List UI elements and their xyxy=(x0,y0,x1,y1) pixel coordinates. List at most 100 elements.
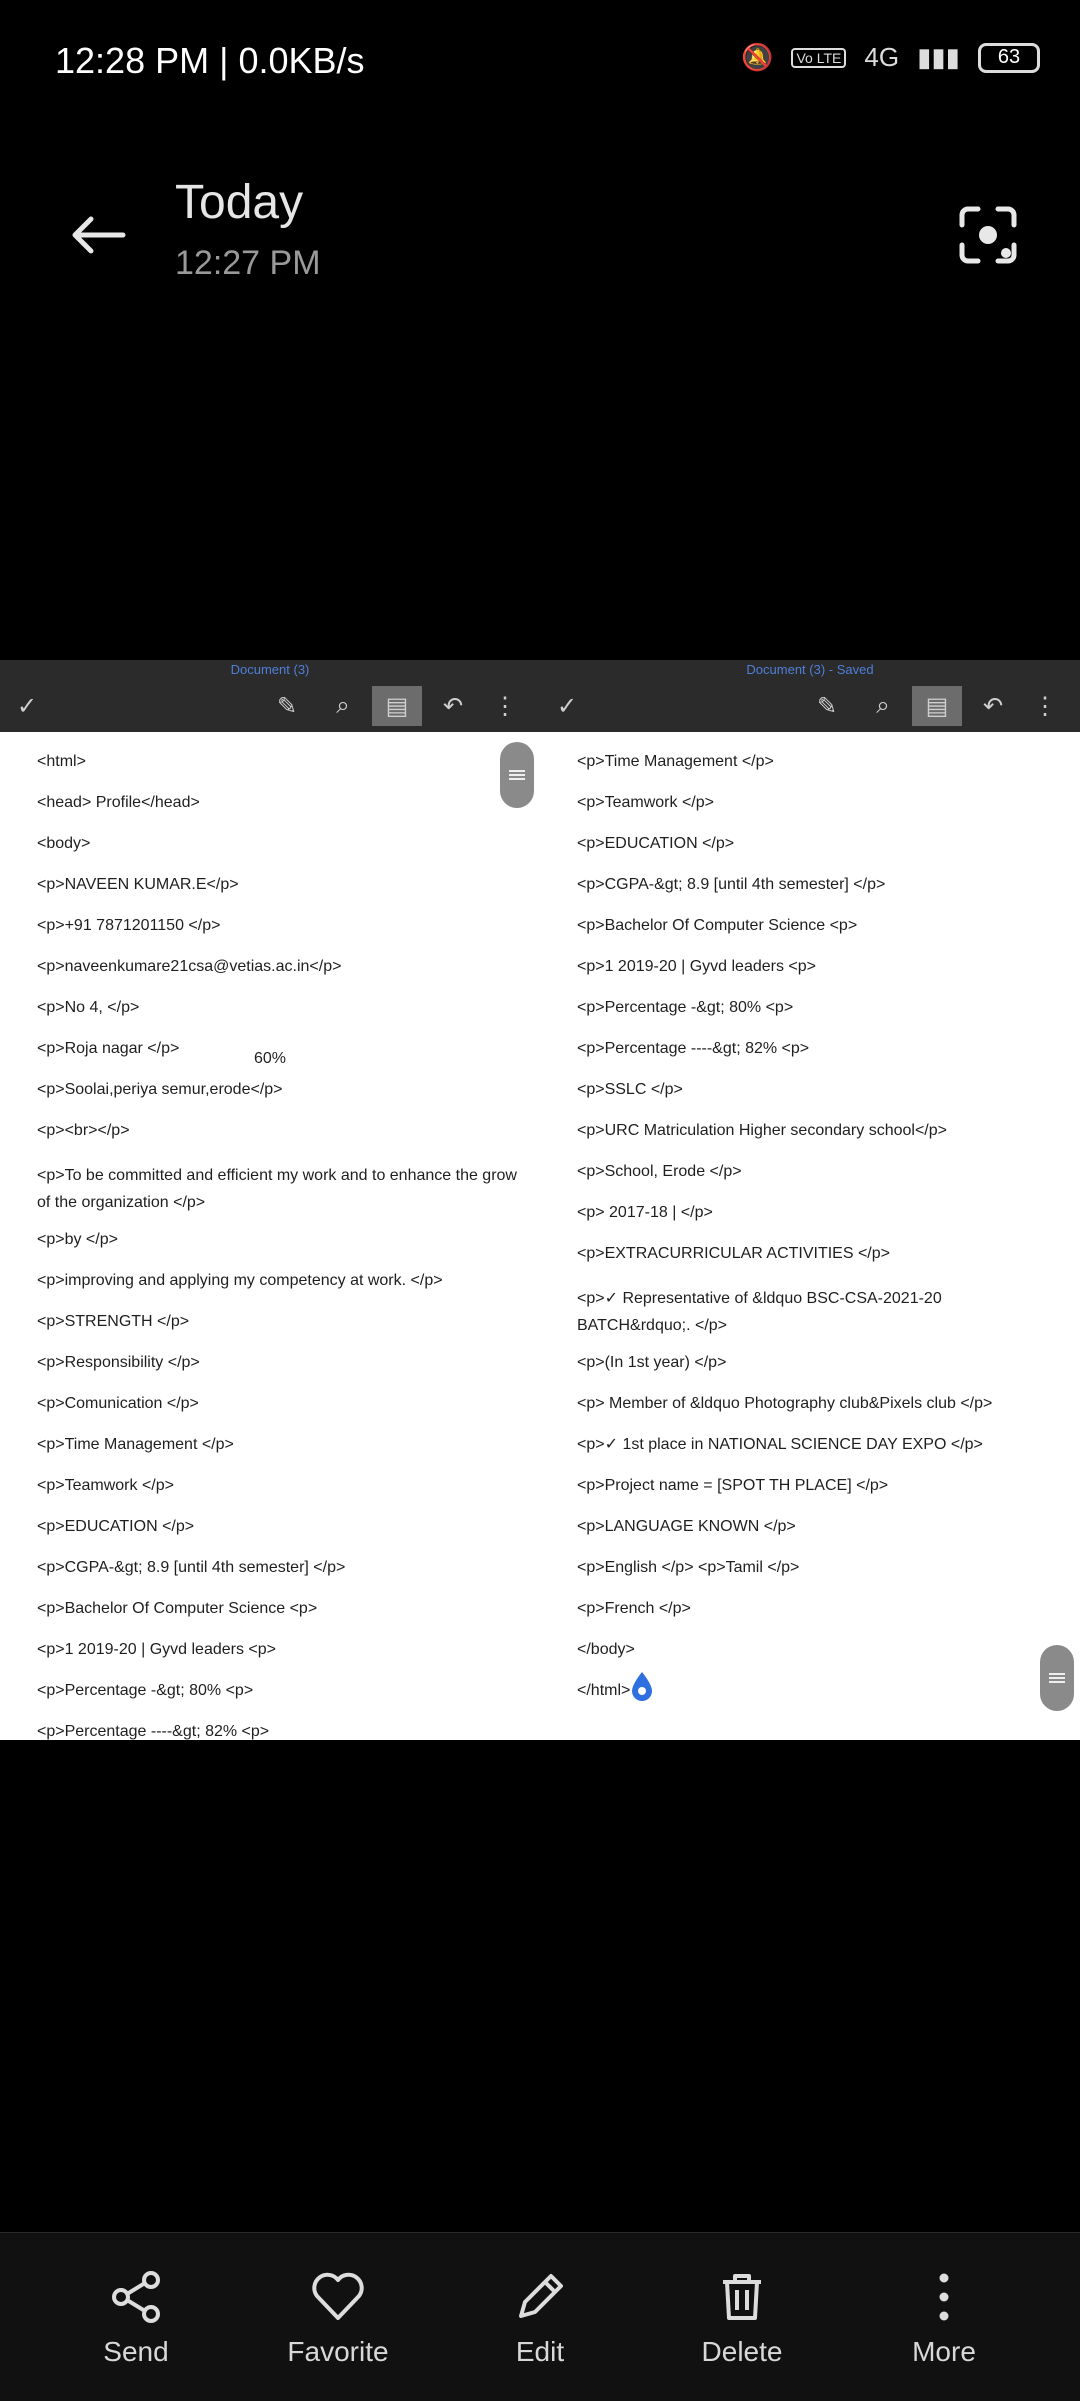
doc-line: <p>Soolai,periya semur,erode</p> xyxy=(37,1081,283,1098)
doc-line: <body> xyxy=(37,835,91,852)
doc-line: <p>naveenkumare21csa@vetias.ac.in</p> xyxy=(37,958,342,975)
zoom-level: 60% xyxy=(254,1050,287,1067)
doc-line: <p>Percentage ----&gt; 82% <p> xyxy=(37,1723,270,1740)
undo-icon[interactable]: ↶ xyxy=(436,686,470,726)
doc-line: <p>Teamwork </p> xyxy=(577,794,714,811)
doc-line: <p>URC Matriculation Higher secondary sc… xyxy=(577,1122,947,1139)
more-vert-icon[interactable]: ⋮ xyxy=(490,686,520,726)
draw-icon[interactable]: ✎ xyxy=(810,686,844,726)
doc-line: <p>CGPA-&gt; 8.9 [until 4th semester] </… xyxy=(577,876,886,893)
draw-icon[interactable]: ✎ xyxy=(270,686,304,726)
doc-line: <p>1 2019-20 | Gyvd leaders <p> xyxy=(37,1641,276,1658)
document-pane-left: Document (3) ✓ ✎ ⌕ ▤ ↶ ⋮ <html> <head> P… xyxy=(0,660,540,1740)
doc-line: <p> Member of &ldquo Photography club&Pi… xyxy=(577,1395,993,1412)
doc-line: <p>Comunication </p> xyxy=(37,1395,199,1412)
doc-toolbar: ✓ ✎ ⌕ ▤ ↶ ⋮ xyxy=(0,680,540,732)
edit-label: Edit xyxy=(515,2336,565,2367)
delete-button[interactable]: Delete xyxy=(662,2268,822,2378)
battery-level: 63 xyxy=(997,46,1021,68)
doc-line: <p>Percentage -&gt; 80% <p> xyxy=(577,999,794,1016)
mute-icon: 🔕 xyxy=(741,42,774,72)
doc-line: <p>Teamwork </p> xyxy=(37,1477,174,1494)
send-button[interactable]: Send xyxy=(56,2268,216,2378)
more-button[interactable]: More xyxy=(864,2268,1024,2378)
doc-line: <p>✓ Representative of &ldquo BSC-CSA-20… xyxy=(577,1290,942,1334)
doc-line: <p>NAVEEN KUMAR.E</p> xyxy=(37,876,239,893)
status-icons: 🔕 Vo LTE 4G ▮▮▮ 63 xyxy=(741,42,1040,73)
text-cursor-handle[interactable] xyxy=(630,1672,654,1702)
check-icon[interactable]: ✓ xyxy=(12,686,42,726)
search-icon[interactable]: ⌕ xyxy=(866,686,900,726)
doc-line: <p>EDUCATION </p> xyxy=(37,1518,195,1535)
doc-line: <p>French </p> xyxy=(577,1600,691,1617)
doc-line: <p>CGPA-&gt; 8.9 [until 4th semester] </… xyxy=(37,1559,346,1576)
document-pane-right: Document (3) - Saved ✓ ✎ ⌕ ▤ ↶ ⋮ <p>Time… xyxy=(540,660,1080,1740)
doc-line: <p>School, Erode </p> xyxy=(577,1163,742,1180)
doc-line: <p>Percentage -&gt; 80% <p> xyxy=(37,1682,254,1699)
doc-line: <p>Responsibility </p> xyxy=(37,1354,200,1371)
page-title: Today xyxy=(175,176,304,229)
doc-line: <p>EDUCATION </p> xyxy=(577,835,735,852)
doc-line: <p>Bachelor Of Computer Science <p> xyxy=(37,1600,318,1617)
doc-toolbar: ✓ ✎ ⌕ ▤ ↶ ⋮ xyxy=(540,680,1080,732)
trash-icon xyxy=(723,2274,761,2320)
undo-icon[interactable]: ↶ xyxy=(976,686,1010,726)
viewer-header: Today 12:27 PM xyxy=(0,170,1080,310)
lens-icon xyxy=(959,206,1017,264)
more-vert-icon[interactable]: ⋮ xyxy=(1030,686,1060,726)
doc-line: <p>+91 7871201150 </p> xyxy=(37,917,221,934)
more-label: More xyxy=(912,2336,976,2367)
signal-icon: ▮▮▮ xyxy=(917,42,960,72)
send-label: Send xyxy=(103,2336,169,2367)
document-title: Document (3) xyxy=(0,660,540,680)
status-bar: 12:28 PM | 0.0KB/s 🔕 Vo LTE 4G ▮▮▮ 63 xyxy=(0,0,1080,120)
network-label: 4G xyxy=(864,42,900,72)
doc-line: <head> Profile</head> xyxy=(37,794,200,811)
edit-button[interactable]: Edit xyxy=(460,2268,620,2378)
doc-line: <p>by </p> xyxy=(37,1231,118,1248)
mobile-view-icon[interactable]: ▤ xyxy=(372,686,422,726)
mobile-view-icon[interactable]: ▤ xyxy=(912,686,962,726)
doc-line: <p>✓ 1st place in NATIONAL SCIENCE DAY E… xyxy=(577,1436,983,1453)
doc-line: <p>Bachelor Of Computer Science <p> xyxy=(577,917,858,934)
status-time: 12:28 PM | 0.0KB/s xyxy=(55,40,365,81)
doc-line: <p>Project name = [SPOT TH PLACE] </p> xyxy=(577,1477,889,1494)
lens-button[interactable] xyxy=(948,195,1028,275)
favorite-label: Favorite xyxy=(287,2336,389,2367)
volte-badge: Vo LTE xyxy=(791,47,847,68)
doc-line: <p>1 2019-20 | Gyvd leaders <p> xyxy=(577,958,816,975)
scroll-handle[interactable] xyxy=(500,742,534,808)
back-button[interactable] xyxy=(62,200,132,270)
check-icon[interactable]: ✓ xyxy=(552,686,582,726)
screenshot-image[interactable]: Document (3) ✓ ✎ ⌕ ▤ ↶ ⋮ <html> <head> P… xyxy=(0,660,1080,1740)
doc-line: <p><br></p> xyxy=(37,1122,130,1139)
doc-line: <html> xyxy=(37,753,86,770)
search-icon[interactable]: ⌕ xyxy=(326,686,360,726)
battery-indicator: 63 xyxy=(978,42,1040,73)
heart-icon xyxy=(312,2272,364,2320)
doc-line: <p> 2017-18 | </p> xyxy=(577,1204,713,1221)
doc-line: <p>English </p> <p>Tamil </p> xyxy=(577,1559,800,1576)
more-vert-icon xyxy=(939,2273,949,2321)
scroll-handle[interactable] xyxy=(1040,1645,1074,1711)
doc-line: <p>Time Management </p> xyxy=(37,1436,234,1453)
share-icon xyxy=(112,2271,160,2323)
doc-line: <p>EXTRACURRICULAR ACTIVITIES </p> xyxy=(577,1245,890,1262)
doc-line: <p>Percentage ----&gt; 82% <p> xyxy=(577,1040,810,1057)
doc-line: </html> xyxy=(577,1682,631,1699)
doc-line: <p>Roja nagar </p> xyxy=(37,1040,180,1057)
delete-label: Delete xyxy=(701,2336,783,2367)
bottom-action-bar: Send Favorite Edit Delete More xyxy=(0,2232,1080,2401)
doc-line: <p>To be committed and efficient my work… xyxy=(37,1167,517,1211)
back-arrow-icon xyxy=(72,216,126,254)
doc-line: <p>STRENGTH </p> xyxy=(37,1313,190,1330)
doc-line: <p>SSLC </p> xyxy=(577,1081,683,1098)
favorite-button[interactable]: Favorite xyxy=(258,2268,418,2378)
doc-line: <p>LANGUAGE KNOWN </p> xyxy=(577,1518,796,1535)
doc-line: <p>No 4, </p> xyxy=(37,999,140,1016)
edit-pen-icon xyxy=(519,2274,563,2318)
page-subtitle: 12:27 PM xyxy=(175,244,321,282)
doc-line: <p>improving and applying my competency … xyxy=(37,1272,443,1289)
doc-line: <p>(In 1st year) </p> xyxy=(577,1354,727,1371)
doc-line: <p>Time Management </p> xyxy=(577,753,774,770)
